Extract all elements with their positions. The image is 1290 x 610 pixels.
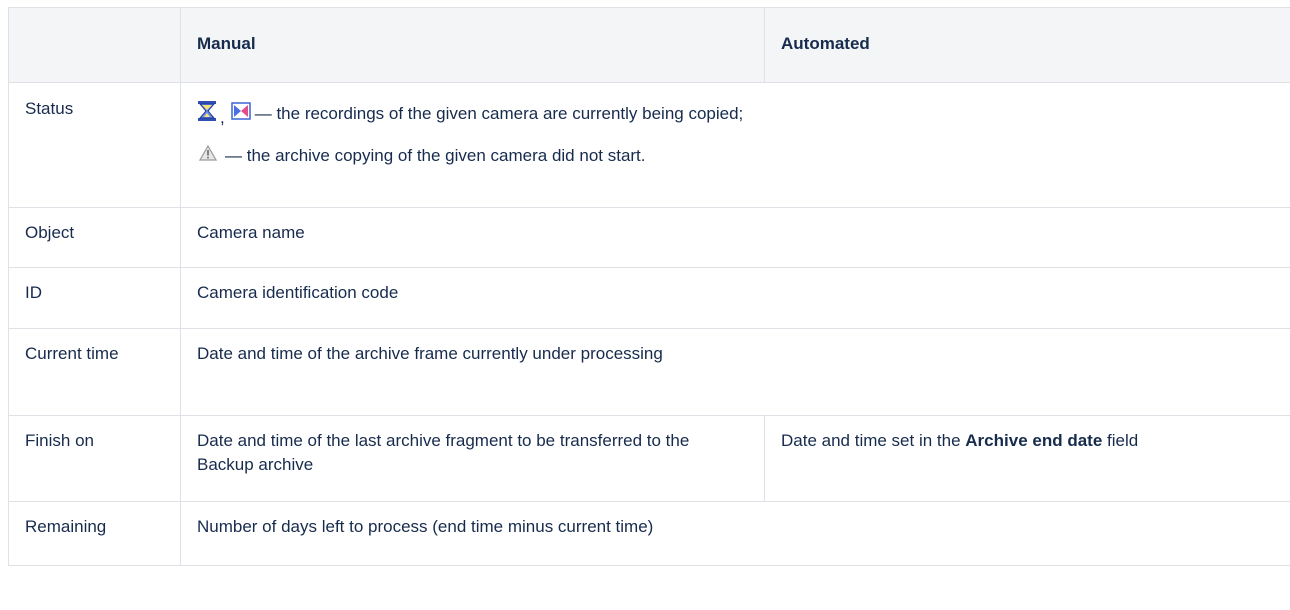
row-label-status: Status [8,82,181,208]
icon-comma: , [220,108,225,127]
header-automated: Automated [764,7,1290,83]
row-value-finish-on-manual: Date and time of the last archive fragme… [180,415,765,502]
hourglass-icon [197,100,217,129]
row-label-remaining: Remaining [8,501,181,566]
finish-on-automated-prefix: Date and time set in the [781,431,961,450]
warning-icon [198,144,218,168]
finish-on-automated-suffix: field [1107,431,1139,450]
bowtie-icon [230,101,251,127]
row-value-remaining: Number of days left to process (end time… [180,501,1290,566]
archive-copy-status-table: Manual Automated Status , — the recordin… [8,7,1290,566]
status-not-started-line: — the archive copying of the given camer… [197,139,1282,173]
row-label-current-time: Current time [8,328,181,416]
table-row-remaining: Remaining Number of days left to process… [8,501,1290,566]
table-row-object: Object Camera name [8,207,1290,268]
row-label-object: Object [8,207,181,268]
status-copying-line: , — the recordings of the given camera a… [197,97,1282,131]
table-row-id: ID Camera identification code [8,267,1290,329]
header-manual: Manual [180,7,765,83]
table-row-status: Status , — the recordings of the given c… [8,82,1290,208]
row-value-id: Camera identification code [180,267,1290,329]
status-not-started-text: — the archive copying of the given camer… [225,146,646,165]
row-value-current-time: Date and time of the archive frame curre… [180,328,1290,416]
row-value-finish-on-automated: Date and time set in the Archive end dat… [764,415,1290,502]
row-label-id: ID [8,267,181,329]
table-header-row: Manual Automated [8,7,1290,83]
page: Manual Automated Status , — the recordin… [0,0,1290,610]
archive-end-date-field-name: Archive end date [965,431,1103,450]
row-label-finish-on: Finish on [8,415,181,502]
table-row-finish-on: Finish on Date and time of the last arch… [8,415,1290,502]
row-value-object: Camera name [180,207,1290,268]
header-empty-cell [8,7,181,83]
status-copying-text: — the recordings of the given camera are… [254,104,744,123]
table-row-current-time: Current time Date and time of the archiv… [8,328,1290,416]
status-description-cell: , — the recordings of the given camera a… [180,82,1290,208]
